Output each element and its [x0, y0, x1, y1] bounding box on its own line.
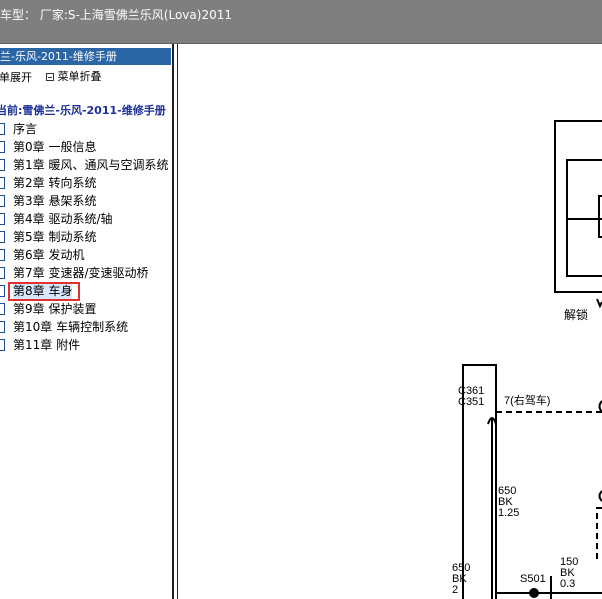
book-icon [0, 141, 5, 153]
tree-item-label: 第10章 车辆控制系统 [13, 320, 129, 334]
splice-label: S501 [520, 573, 546, 585]
book-icon [0, 285, 5, 297]
manual-sidebar: 兰-乐风-2011-维修手册 菜单展开 菜单折叠 当前:雪佛兰-乐风-2011-… [0, 44, 172, 599]
tree-item-label: 第1章 暖风、通风与空调系统 [13, 158, 169, 172]
window-title: 车型： 厂家:S-上海雪佛兰乐风(Lova)2011 [0, 8, 232, 22]
collapse-icon [45, 73, 54, 81]
book-icon [0, 339, 5, 351]
tree-item-label: 第5章 制动系统 [13, 230, 97, 244]
book-icon [0, 267, 5, 279]
sidebar-header-title: 兰-乐风-2011-维修手册 [0, 50, 117, 63]
tree-item[interactable]: 第0章 一般信息 [0, 138, 172, 156]
sidebar-header: 兰-乐风-2011-维修手册 [0, 48, 171, 65]
wire-gauge: 1.25 [498, 507, 520, 519]
book-icon [0, 321, 5, 333]
tree-item-label: 序言 [13, 122, 38, 136]
book-icon [0, 213, 5, 225]
tree-item-label: 第11章 附件 [13, 338, 81, 352]
tree-item[interactable]: 第3章 悬架系统 [0, 192, 172, 210]
tree-item-label: 第6章 发动机 [13, 248, 85, 262]
chapter-tree: 序言 第0章 一般信息 第1章 暖风、通风与空调系统 第2章 转向系统 第3章 … [0, 120, 172, 354]
tree-item[interactable]: 第9章 保护装置 [0, 300, 172, 318]
collapse-menu-button[interactable]: 菜单折叠 [45, 69, 102, 85]
tree-item[interactable]: 第1章 暖风、通风与空调系统 [0, 156, 172, 174]
book-icon [0, 159, 5, 171]
current-manual-label: 当前:雪佛兰-乐风-2011-维修手册 [0, 104, 166, 117]
wiring-diagram [462, 120, 602, 599]
book-icon [0, 177, 5, 189]
wire-gauge: 0.3 [560, 578, 576, 590]
tree-item[interactable]: 第5章 制动系统 [0, 228, 172, 246]
expand-menu-button[interactable]: 菜单展开 [0, 70, 32, 86]
tree-item-selected[interactable]: 第8章 车身 [0, 282, 172, 301]
book-icon [0, 303, 5, 315]
tree-item-label: 第9章 保护装置 [13, 302, 97, 316]
connector-pin-7 [487, 417, 497, 484]
tree-item-label: 第2章 转向系统 [13, 176, 97, 190]
current-manual-path[interactable]: 当前:雪佛兰-乐风-2011-维修手册 [0, 102, 166, 118]
expand-menu-label: 菜单展开 [0, 71, 32, 84]
book-icon [0, 123, 5, 135]
book-icon [0, 231, 5, 243]
lock-switch-box [554, 120, 602, 309]
tree-item-label: 第4章 驱动系统/轴 [13, 212, 113, 226]
tree-item[interactable]: 第2章 转向系统 [0, 174, 172, 192]
tree-item[interactable]: 第4章 驱动系统/轴 [0, 210, 172, 228]
tree-item-label: 第0章 一般信息 [13, 140, 97, 154]
connector-id-bottom: C351 [458, 396, 485, 408]
tree-item-label: 第3章 悬架系统 [13, 194, 97, 208]
tree-item-label: 第8章 车身 [13, 282, 73, 300]
book-icon [0, 249, 5, 261]
tree-item[interactable]: 第7章 变速器/变速驱动桥 [0, 264, 172, 282]
tree-item[interactable]: 第6章 发动机 [0, 246, 172, 264]
tree-item-label: 第7章 变速器/变速驱动桥 [13, 266, 149, 280]
tree-item[interactable]: 第10章 车辆控制系统 [0, 318, 172, 336]
unlock-label: 解锁 [564, 308, 589, 322]
wire-gauge: 2 [452, 584, 459, 596]
pin-label: 7(右驾车) [504, 395, 551, 407]
tree-item[interactable]: 序言 [0, 120, 172, 138]
window-title-bar: 车型： 厂家:S-上海雪佛兰乐风(Lova)2011 [0, 0, 602, 44]
collapse-menu-label: 菜单折叠 [57, 70, 102, 83]
sidebar-toolbar: 菜单展开 菜单折叠 [0, 69, 102, 85]
wiring-diagram-pane[interactable]: 解锁 C361 C351 7(右驾车) 650 BK 1.25 650 BK 2… [178, 44, 602, 599]
dashed-component-box [596, 507, 602, 559]
book-icon [0, 195, 5, 207]
tree-item[interactable]: 第11章 附件 [0, 336, 172, 354]
